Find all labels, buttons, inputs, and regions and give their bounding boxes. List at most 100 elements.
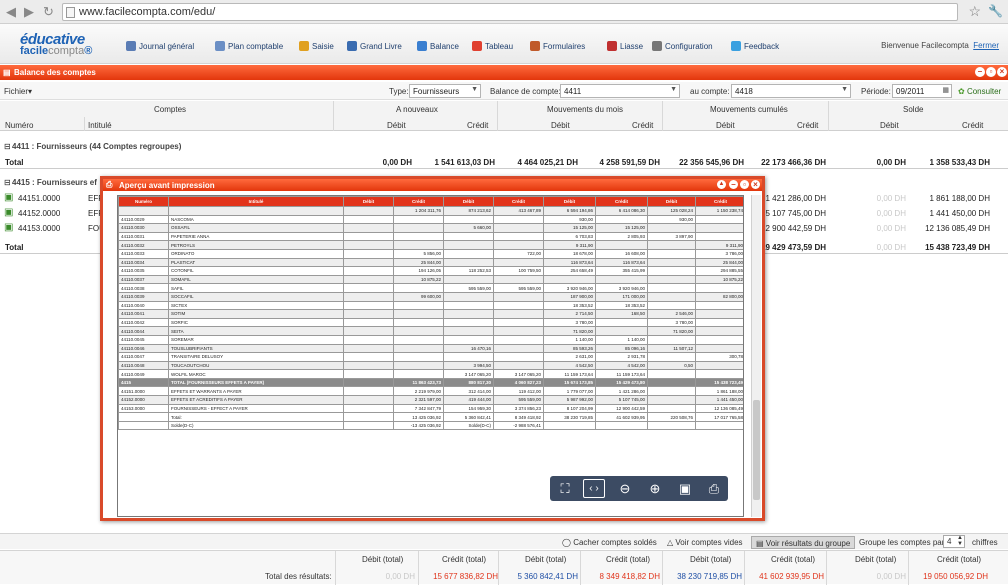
show-empty-button[interactable]: △ Voir comptes vides [663,536,747,549]
close-icon[interactable]: × [751,180,760,189]
preview-cell [695,300,743,311]
preview-cell [343,283,394,293]
nav-item-10[interactable]: Feedback [731,41,779,51]
restore-icon[interactable]: ▫ [740,180,749,189]
close-icon[interactable]: × [997,67,1007,77]
expand-icon[interactable]: ⊟ [4,178,11,187]
group-by-stepper[interactable]: 4 ▲ ▼ [943,535,965,548]
star-icon[interactable]: ☆ [968,3,981,20]
stepper-arrows-icon[interactable]: ▲ ▼ [957,535,963,547]
nav-item-2[interactable]: Plan comptable [215,41,283,51]
preview-cell [647,283,696,293]
preview-cell: 312 414,00 [443,386,494,397]
preview-cell: 3 374 856,23 [493,403,544,414]
col-group-mouvements-cumules: Mouvements cumulés [710,105,788,114]
nav-item-1[interactable]: Journal général [126,41,194,51]
expand-icon[interactable]: ⊟ [4,142,11,151]
nav-item-6[interactable]: Tableau [472,41,513,51]
nav-item-3[interactable]: Saisie [299,41,334,51]
type-select[interactable]: Fournisseurs ▼ [409,84,481,98]
nav-item-9[interactable]: Configuration [652,41,713,51]
group-row[interactable]: ⊟ 4411 : Fournisseurs (44 Comptes regrou… [0,140,1008,153]
logout-link[interactable]: Fermer [973,41,999,50]
preview-cell: SOCCAFIL [168,291,344,302]
zoom-out-icon[interactable]: ⊖ [614,479,636,498]
preview-cell: 116 873,64 [595,257,648,268]
scrollbar[interactable] [751,195,761,517]
preview-table: Numéro Intitulé Débit Crédit Débit Crédit Débi… [118,196,743,431]
preview-row: 44110.0035 COTONFIL 194 126,05 118 252,53 10… [118,266,743,276]
preview-cell: 1 140,00 [543,334,596,345]
preview-cell: 5 360 842,41 [443,412,494,422]
zoom-in-icon[interactable]: ⊕ [644,479,666,498]
preview-cell: 44110.0029 [118,214,169,225]
nav-item-7[interactable]: Formulaires [530,41,585,51]
calendar-icon[interactable]: ▦ [942,86,949,94]
period-input[interactable]: 09/2011 ▦ [892,84,952,98]
collapse-icon[interactable]: ▲ [717,180,726,189]
preview-cell: 44110.0040 [118,300,169,311]
totals-value: 41 602 939,95 DH [759,572,824,581]
totals-value: 38 230 719,85 DH [677,572,742,581]
save-icon[interactable]: ▣ [674,479,696,498]
preview-cell [647,369,696,379]
preview-row: 44110.0031 PAPETERIE ANNA 6 703,83 2 805,93… [118,231,743,242]
preview-cell [443,240,494,250]
preview-cell [493,309,544,319]
hide-balanced-label: Cacher comptes soldés [573,538,657,547]
preview-cell: 5 660,00 [443,223,494,233]
preview-cell: -2 988 576,41 [493,420,544,431]
back-icon[interactable]: ◀ [6,4,16,20]
preview-cell: 10 875,22 [393,274,444,285]
reload-icon[interactable]: ↻ [43,4,54,20]
show-group-results-button[interactable]: ▤ Voir résultats du groupe [751,536,856,549]
chevron-down-icon: ▼ [841,86,848,93]
nav-item-4[interactable]: Grand Livre [347,41,402,51]
preview-cell: 1 140,00 [595,334,648,345]
wrench-icon[interactable]: 🔧 [988,4,1003,18]
preview-cell [647,395,696,405]
preview-cell [695,317,743,328]
cell: 4 258 591,59 DH [599,158,661,167]
nav-item-label: Grand Livre [360,42,402,51]
fit-page-icon[interactable]: ⛶ [554,479,576,498]
from-account-select[interactable]: 4411 ▼ [560,84,680,98]
minimize-icon[interactable]: – [975,67,985,77]
col-credit: Crédit [467,121,489,130]
preview-cell: 15 438 723,49 [695,377,743,388]
file-menu[interactable]: Fichier▾ [4,87,32,96]
preview-cell: SOREMAR [168,334,344,345]
restore-icon[interactable]: ▫ [986,67,996,77]
nav-item-8[interactable]: Liasse [607,41,643,51]
nav-item-5[interactable]: Balance [417,41,459,51]
preview-cell: 4 060 827,23 [493,377,544,388]
to-account-select[interactable]: 4418 ▼ [731,84,851,98]
forward-icon[interactable]: ▶ [24,4,34,20]
print-icon[interactable]: ⎙ [703,479,725,498]
preview-cell [443,274,494,285]
preview-cell: 11 507,12 [647,343,696,354]
divider [662,551,663,585]
fit-width-icon[interactable]: ‹ › [583,479,605,498]
preview-cell: TOUCAOUTCHOU [168,360,344,371]
preview-row: 44110.0038 SAFIL 595 559,00 595 559,00 3 920… [118,283,743,293]
hide-balanced-button[interactable]: ◯ Cacher comptes soldés [558,536,661,549]
preview-cell: 220 508,76 [647,412,696,422]
preview-cell [343,266,394,276]
preview-cell [343,343,394,354]
cell: 0,00 DH [876,194,906,203]
col-group-mouvements-mois: Mouvements du mois [547,105,624,114]
col-debit: Débit [551,121,570,130]
url-bar[interactable]: www.facilecompta.com/edu/ ☆ [62,3,981,21]
preview-cell [443,214,494,225]
preview-cell [493,317,544,328]
preview-cell [343,231,394,242]
scroll-thumb[interactable] [753,400,760,500]
nav-item-label: Tableau [485,42,514,51]
consult-button[interactable]: ✿ Consulter [958,87,1001,96]
minimize-icon[interactable]: – [729,180,738,189]
preview-cell [443,231,494,242]
nav-item-label: Liasse [620,42,644,51]
preview-cell: 294 885,55 [695,266,743,276]
totals-col-header: Crédit (total) [442,555,487,564]
